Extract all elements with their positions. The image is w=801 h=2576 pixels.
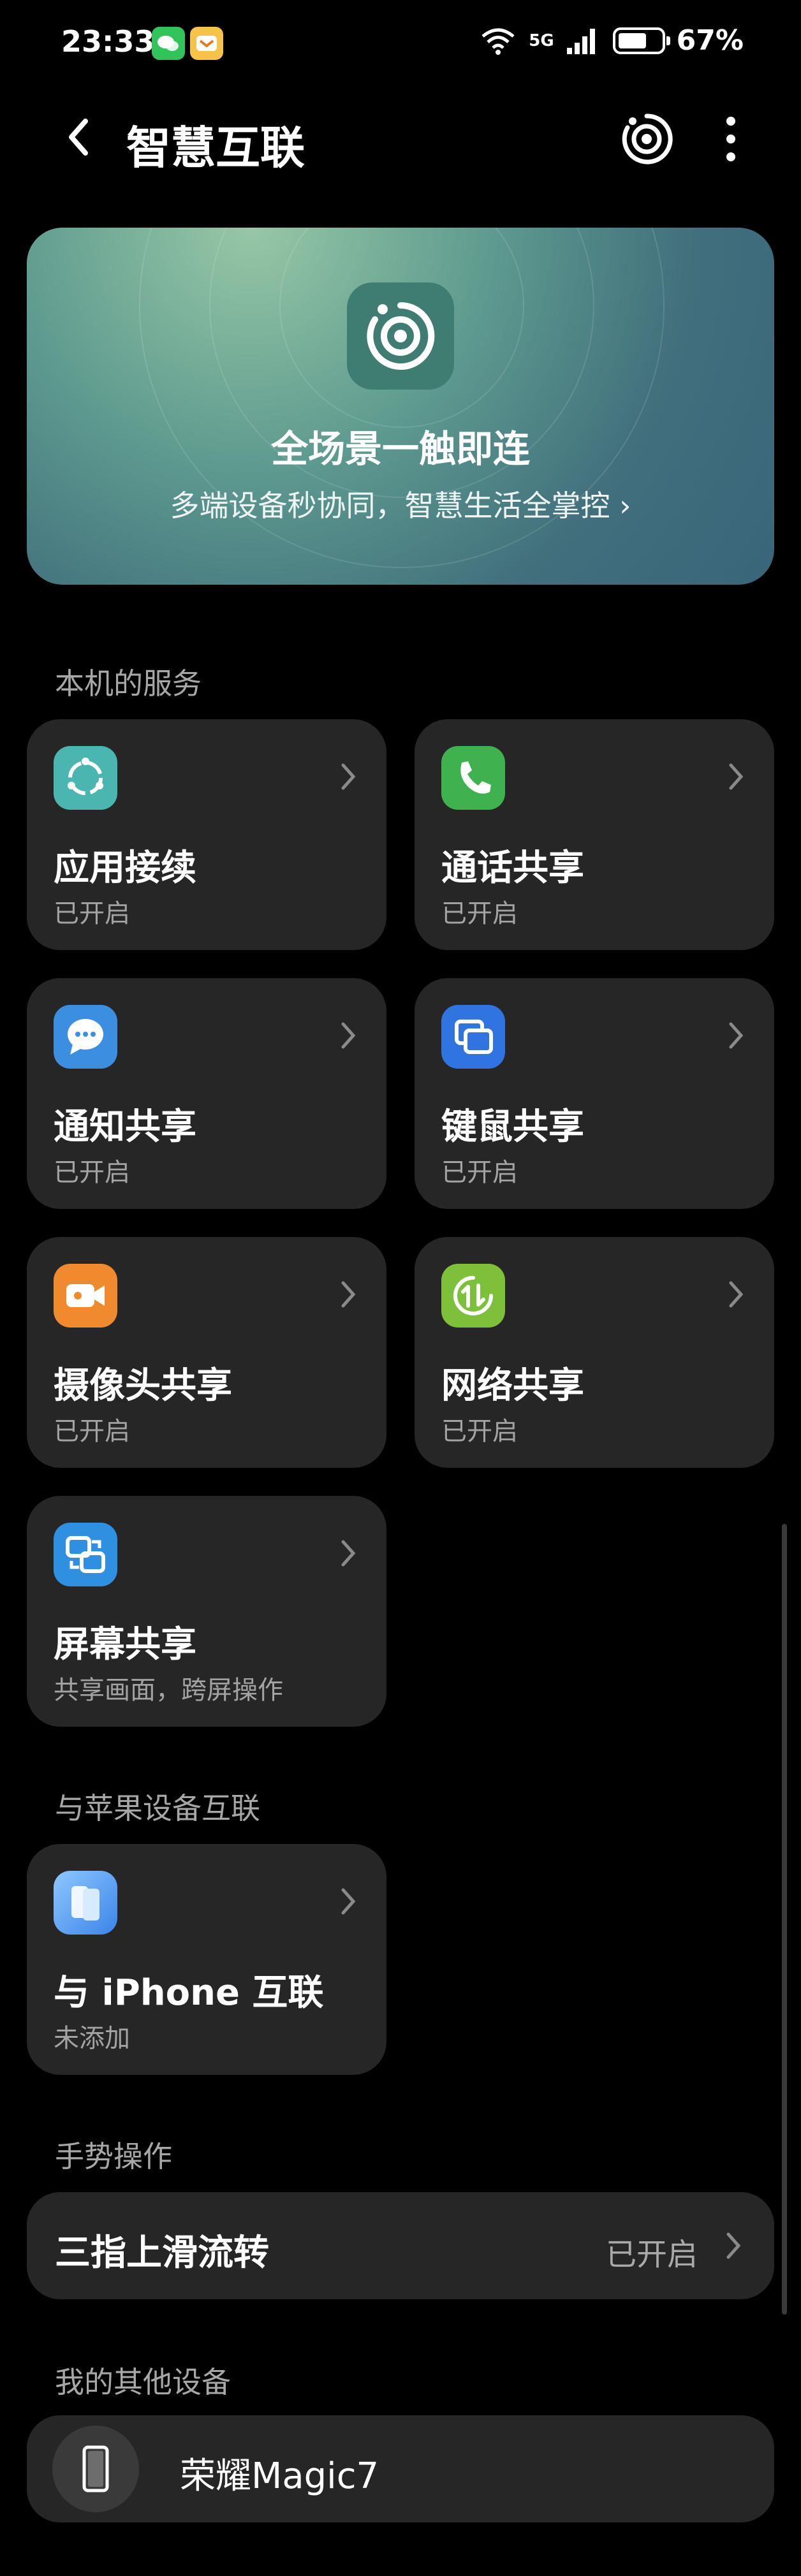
chevron-right-icon: [722, 2228, 745, 2264]
message-icon: [54, 1005, 117, 1069]
chevron-right-icon: [335, 1534, 361, 1572]
gesture-status: 已开启: [605, 2237, 698, 2272]
phone-device-icon: [52, 2426, 139, 2512]
section-local-services: 本机的服务: [55, 666, 202, 701]
back-button[interactable]: [57, 115, 102, 159]
card-title: 应用接续: [54, 847, 196, 889]
card-status: 已开启: [441, 1158, 518, 1187]
chevron-right-icon: [723, 757, 749, 796]
header: 智慧互联: [0, 96, 801, 179]
status-bar: 23:33 5G 67%: [0, 0, 801, 89]
card-status: 已开启: [441, 899, 518, 928]
network-type: 5G: [529, 31, 554, 50]
card-status: 已开启: [54, 1417, 130, 1446]
camera-icon: [54, 1264, 117, 1328]
card-title: 通话共享: [441, 847, 584, 889]
battery-icon: [612, 27, 670, 54]
card-status: 已开启: [441, 1417, 518, 1446]
back-arrow-icon: [69, 119, 88, 156]
service-card-call-share[interactable]: 通话共享 已开启: [415, 719, 774, 950]
iphone-connect-card[interactable]: 与 iPhone 互联 未添加: [27, 1844, 386, 2075]
section-gestures: 手势操作: [55, 2139, 172, 2174]
card-status: 已开启: [54, 1158, 130, 1187]
service-card-camera-share[interactable]: 摄像头共享 已开启: [27, 1237, 386, 1468]
chevron-right-icon: [335, 1882, 361, 1921]
section-apple-devices: 与苹果设备互联: [55, 1791, 260, 1826]
hero-subtitle-link[interactable]: 多端设备秒协同，智慧生活全掌控 ›: [27, 483, 774, 525]
iphone-icon: [54, 1871, 117, 1935]
service-card-app-relay[interactable]: 应用接续 已开启: [27, 719, 386, 950]
screen-share-icon: [54, 1523, 117, 1586]
hero-banner[interactable]: 全场景一触即连 多端设备秒协同，智慧生活全掌控 ›: [27, 228, 774, 585]
service-card-notification-share[interactable]: 通知共享 已开启: [27, 978, 386, 1209]
hero-connect-icon: [347, 282, 454, 390]
service-card-network-share[interactable]: 网络共享 已开启: [415, 1237, 774, 1468]
chevron-right-icon: [723, 1016, 749, 1055]
chevron-right-icon: [335, 757, 361, 796]
device-name: 荣耀Magic7: [180, 2455, 379, 2497]
network-share-icon: [441, 1264, 505, 1328]
more-options-button[interactable]: [718, 112, 744, 166]
card-title: 摄像头共享: [54, 1365, 232, 1407]
gesture-label: 三指上滑流转: [55, 2232, 269, 2274]
page-title: 智慧互联: [126, 122, 305, 174]
keyboard-mouse-icon: [441, 1005, 505, 1069]
card-status: 已开启: [54, 899, 130, 928]
more-vertical-icon: [726, 117, 735, 161]
card-status: 共享画面，跨屏操作: [54, 1676, 283, 1705]
scan-button[interactable]: [620, 112, 673, 166]
chevron-right-icon: [335, 1016, 361, 1055]
chevron-right-icon: [723, 1275, 749, 1314]
connect-scan-icon: [622, 113, 673, 165]
phone-icon: [441, 746, 505, 810]
wifi-icon: [481, 28, 515, 55]
service-card-screen-share[interactable]: 屏幕共享 共享画面，跨屏操作: [27, 1496, 386, 1727]
card-title: 屏幕共享: [54, 1624, 196, 1665]
hero-title: 全场景一触即连: [270, 427, 530, 471]
chevron-right-icon: [335, 1275, 361, 1314]
app-notification-icon: [190, 27, 223, 60]
section-other-devices: 我的其他设备: [55, 2365, 231, 2399]
card-title: 网络共享: [441, 1365, 584, 1407]
device-row[interactable]: 荣耀Magic7: [27, 2415, 774, 2522]
status-indicators: 5G 67%: [479, 24, 744, 57]
battery-percent: 67%: [676, 24, 744, 57]
card-title: 键鼠共享: [441, 1106, 584, 1148]
service-card-keyboard-mouse-share[interactable]: 键鼠共享 已开启: [415, 978, 774, 1209]
scrollbar[interactable]: [782, 1524, 787, 2315]
card-status: 未添加: [54, 2024, 130, 2053]
app-relay-icon: [54, 746, 117, 810]
three-finger-swipe-row[interactable]: 三指上滑流转 已开启: [27, 2192, 774, 2299]
signal-icon: [566, 28, 595, 54]
status-time: 23:33: [61, 24, 155, 59]
card-title: 通知共享: [54, 1106, 196, 1148]
wechat-icon: [152, 27, 185, 60]
card-title: 与 iPhone 互联: [54, 1972, 324, 2014]
